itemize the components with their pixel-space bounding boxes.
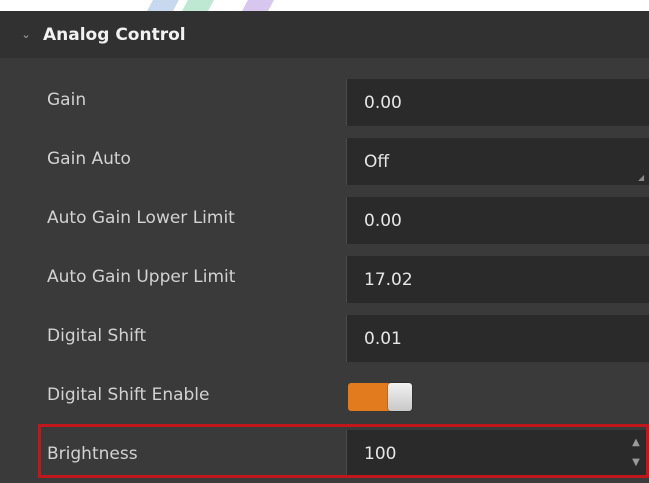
field-value: 17.02 bbox=[364, 269, 413, 290]
property-label: Digital Shift Enable bbox=[47, 384, 210, 405]
chevron-down-icon[interactable]: ⌄ bbox=[21, 29, 31, 40]
gain-input[interactable]: 0.00 bbox=[346, 79, 649, 126]
property-label: Auto Gain Upper Limit bbox=[47, 266, 236, 287]
section-header-analog-control[interactable]: ⌄ Analog Control bbox=[0, 11, 649, 58]
toggle-track bbox=[348, 383, 392, 411]
brightness-highlight-box bbox=[38, 424, 649, 478]
property-row-gain-auto: Gain Auto Off ◢ bbox=[0, 129, 649, 188]
toggle-knob[interactable] bbox=[388, 383, 412, 411]
property-label: Digital Shift bbox=[47, 325, 147, 346]
top-background-strip bbox=[0, 0, 649, 11]
dropdown-corner-icon: ◢ bbox=[638, 173, 645, 182]
property-label: Gain bbox=[47, 89, 87, 110]
section-title: Analog Control bbox=[43, 24, 186, 45]
field-value: Off bbox=[364, 151, 390, 172]
field-value: 0.01 bbox=[364, 328, 402, 349]
property-label: Auto Gain Lower Limit bbox=[47, 207, 235, 228]
property-row-auto-gain-upper-limit: Auto Gain Upper Limit 17.02 bbox=[0, 247, 649, 306]
property-row-gain: Gain 0.00 bbox=[0, 70, 649, 129]
auto-gain-upper-limit-input[interactable]: 17.02 bbox=[346, 256, 649, 303]
digital-shift-enable-toggle[interactable] bbox=[348, 383, 412, 411]
analog-control-panel: ⌄ Analog Control Gain 0.00 Gain Auto Off… bbox=[0, 11, 649, 480]
property-label: Gain Auto bbox=[47, 148, 131, 169]
gain-auto-dropdown[interactable]: Off ◢ bbox=[346, 138, 649, 185]
property-row-digital-shift-enable: Digital Shift Enable bbox=[0, 365, 649, 424]
background-decoration bbox=[147, 0, 179, 11]
background-decoration bbox=[182, 0, 214, 11]
auto-gain-lower-limit-input[interactable]: 0.00 bbox=[346, 197, 649, 244]
property-row-digital-shift: Digital Shift 0.01 bbox=[0, 306, 649, 365]
background-decoration bbox=[242, 0, 274, 11]
field-value: 0.00 bbox=[364, 92, 402, 113]
digital-shift-input[interactable]: 0.01 bbox=[346, 315, 649, 362]
field-value: 0.00 bbox=[364, 210, 402, 231]
property-row-auto-gain-lower-limit: Auto Gain Lower Limit 0.00 bbox=[0, 188, 649, 247]
